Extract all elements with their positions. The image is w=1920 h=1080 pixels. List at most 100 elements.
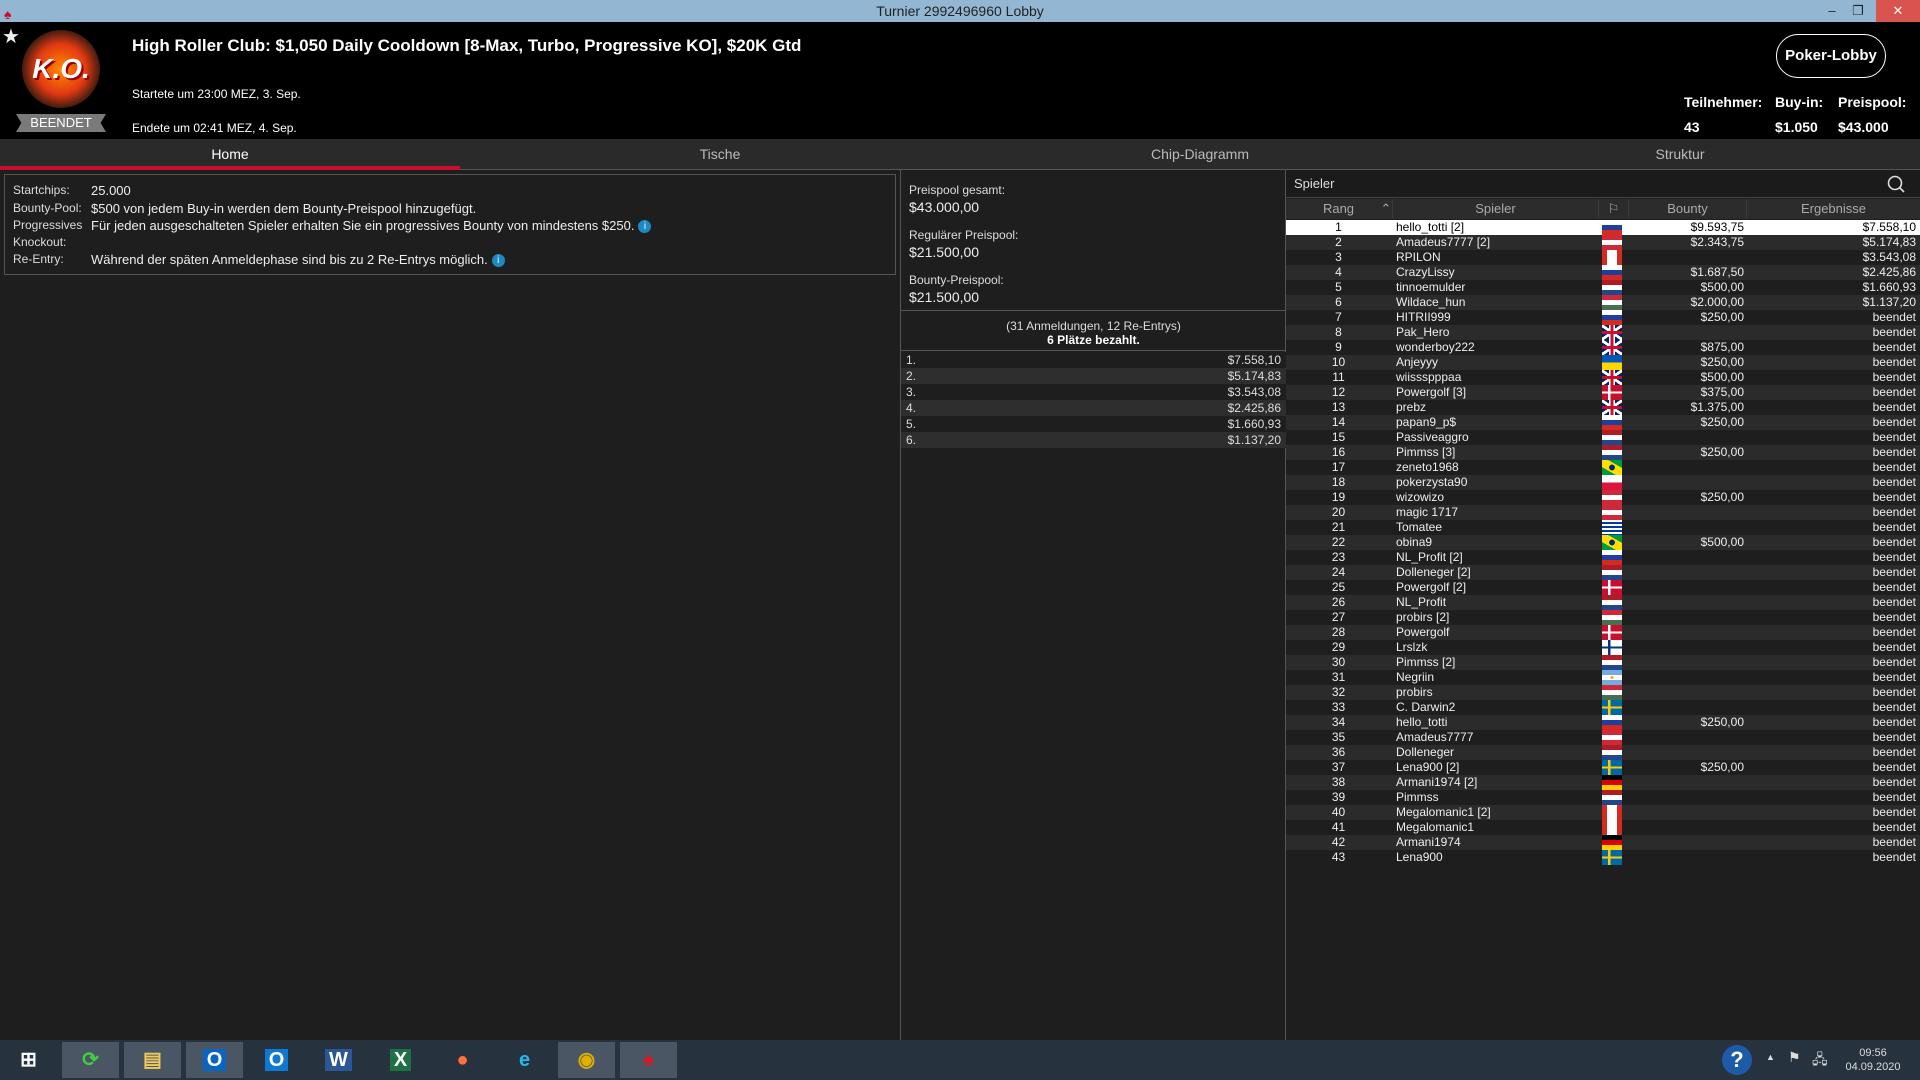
player-row[interactable]: 16 Pimmss [3] $250,00 beendet xyxy=(1286,445,1920,460)
action-center-flag-icon[interactable]: ⚑ xyxy=(1788,1049,1801,1066)
player-row[interactable]: 33 C. Darwin2 beendet xyxy=(1286,700,1920,715)
internet-explorer-icon[interactable]: e xyxy=(496,1042,553,1078)
player-row[interactable]: 25 Powergolf [2] beendet xyxy=(1286,580,1920,595)
excel-glyph: X xyxy=(389,1049,412,1071)
player-row[interactable]: 38 Armani1974 [2] beendet xyxy=(1286,775,1920,790)
player-row[interactable]: 37 Lena900 [2] $250,00 beendet xyxy=(1286,760,1920,775)
pokerstars-glyph: ♠ xyxy=(643,1049,654,1071)
flag-dk-icon xyxy=(1602,625,1622,640)
help-icon[interactable]: ? xyxy=(1722,1045,1752,1075)
firefox-icon[interactable]: ● xyxy=(434,1042,491,1078)
info-icon[interactable]: i xyxy=(491,254,505,268)
player-row[interactable]: 24 Dolleneger [2] beendet xyxy=(1286,565,1920,580)
player-name: wizowizo xyxy=(1396,490,1445,504)
player-result: $1.137,20 xyxy=(1862,295,1916,309)
tab-home[interactable]: Home xyxy=(0,139,460,170)
favorite-star-icon[interactable]: ★ xyxy=(2,24,20,49)
player-result: beendet xyxy=(1872,730,1916,744)
chrome-glyph: ◉ xyxy=(577,1049,596,1071)
player-row[interactable]: 41 Megalomanic1 beendet xyxy=(1286,820,1920,835)
player-row[interactable]: 11 wiissspppaa $500,00 beendet xyxy=(1286,370,1920,385)
search-icon[interactable] xyxy=(1886,174,1906,194)
player-bounty: $250,00 xyxy=(1700,310,1744,324)
player-row[interactable]: 15 Passiveaggro beendet xyxy=(1286,430,1920,445)
clock[interactable]: 09:56 04.09.2020 xyxy=(1838,1046,1908,1074)
player-search-bar[interactable]: Spieler xyxy=(1286,170,1920,198)
player-row[interactable]: 35 Amadeus7777 beendet xyxy=(1286,730,1920,745)
column-spieler[interactable]: Spieler xyxy=(1392,199,1598,219)
player-row[interactable]: 19 wizowizo $250,00 beendet xyxy=(1286,490,1920,505)
payout-place: 4. xyxy=(906,401,917,415)
file-explorer-icon[interactable]: ▤ xyxy=(124,1042,181,1078)
player-result: beendet xyxy=(1872,325,1916,339)
player-row[interactable]: 4 CrazyLissy $1.687,50 $2.425,86 xyxy=(1286,265,1920,280)
player-row[interactable]: 2 Amadeus7777 [2] $2.343,75 $5.174,83 xyxy=(1286,235,1920,250)
outlook-new-icon[interactable]: O xyxy=(248,1042,305,1078)
player-row[interactable]: 43 Lena900 beendet xyxy=(1286,850,1920,865)
player-name: magic 1717 xyxy=(1396,505,1459,519)
player-row[interactable]: 13 prebz $1.375,00 beendet xyxy=(1286,400,1920,415)
player-row[interactable]: 23 NL_Profit [2] beendet xyxy=(1286,550,1920,565)
player-row[interactable]: 8 Pak_Hero beendet xyxy=(1286,325,1920,340)
player-row[interactable]: 12 Powergolf [3] $375,00 beendet xyxy=(1286,385,1920,400)
close-button[interactable]: ✕ xyxy=(1876,0,1920,22)
player-row[interactable]: 28 Powergolf beendet xyxy=(1286,625,1920,640)
word-icon[interactable]: W xyxy=(310,1042,367,1078)
network-icon[interactable]: 🖧 xyxy=(1812,1049,1828,1073)
player-row[interactable]: 9 wonderboy222 $875,00 beendet xyxy=(1286,340,1920,355)
player-row[interactable]: 40 Megalomanic1 [2] beendet xyxy=(1286,805,1920,820)
player-rank: 36 xyxy=(1331,745,1346,759)
player-name: Pak_Hero xyxy=(1396,325,1450,339)
player-row[interactable]: 6 Wildace_hun $2.000,00 $1.137,20 xyxy=(1286,295,1920,310)
player-row[interactable]: 18 pokerzysta90 beendet xyxy=(1286,475,1920,490)
player-row[interactable]: 26 NL_Profit beendet xyxy=(1286,595,1920,610)
player-name: NL_Profit [2] xyxy=(1396,550,1463,564)
restore-button[interactable]: ❐ xyxy=(1838,0,1878,22)
excel-icon[interactable]: X xyxy=(372,1042,429,1078)
player-row[interactable]: 7 HITRII999 $250,00 beendet xyxy=(1286,310,1920,325)
chrome-icon[interactable]: ◉ xyxy=(558,1042,615,1078)
sync-app-icon[interactable]: ⟳ xyxy=(62,1042,119,1078)
player-row[interactable]: 30 Pimmss [2] beendet xyxy=(1286,655,1920,670)
player-result: beendet xyxy=(1872,685,1916,699)
windows-start-icon[interactable]: ⊞ xyxy=(0,1042,57,1078)
player-row[interactable]: 42 Armani1974 beendet xyxy=(1286,835,1920,850)
player-row[interactable]: 10 Anjeyyy $250,00 beendet xyxy=(1286,355,1920,370)
player-row[interactable]: 27 probirs [2] beendet xyxy=(1286,610,1920,625)
column-bounty[interactable]: Bounty xyxy=(1628,199,1746,219)
player-row[interactable]: 32 probirs beendet xyxy=(1286,685,1920,700)
player-row[interactable]: 20 magic 1717 beendet xyxy=(1286,505,1920,520)
player-row[interactable]: 29 Lrslzk beendet xyxy=(1286,640,1920,655)
player-row[interactable]: 1 hello_totti [2] $9.593,75 $7.558,10 xyxy=(1286,220,1920,235)
player-row[interactable]: 22 obina9 $500,00 beendet xyxy=(1286,535,1920,550)
payout-place: 2. xyxy=(906,369,917,383)
outlook-icon[interactable]: O xyxy=(186,1042,243,1078)
column-ergebnisse[interactable]: Ergebnisse xyxy=(1746,199,1920,219)
player-rank: 39 xyxy=(1331,790,1346,804)
player-row[interactable]: 14 papan9_p$ $250,00 beendet xyxy=(1286,415,1920,430)
tab-struktur[interactable]: Struktur xyxy=(1440,139,1920,170)
player-name: hello_totti xyxy=(1396,715,1448,729)
player-rank: 30 xyxy=(1331,655,1346,669)
player-row[interactable]: 21 Tomatee beendet xyxy=(1286,520,1920,535)
tab-tische[interactable]: Tische xyxy=(480,139,960,170)
player-row[interactable]: 34 hello_totti $250,00 beendet xyxy=(1286,715,1920,730)
player-row[interactable]: 36 Dolleneger beendet xyxy=(1286,745,1920,760)
info-icon[interactable]: i xyxy=(638,220,652,234)
tray-expand-icon[interactable]: ▲ xyxy=(1766,1052,1775,1062)
tab-chip-diagramm[interactable]: Chip-Diagramm xyxy=(960,139,1440,170)
pokerstars-icon[interactable]: ♠ xyxy=(620,1042,677,1078)
player-row[interactable]: 5 tinnoemulder $500,00 $1.660,93 xyxy=(1286,280,1920,295)
player-row[interactable]: 3 RPILON $3.543,08 xyxy=(1286,250,1920,265)
stat-label: Preispool: xyxy=(1838,94,1907,110)
poker-lobby-button[interactable]: Poker-Lobby xyxy=(1776,34,1886,78)
player-result: beendet xyxy=(1872,505,1916,519)
player-name: Armani1974 xyxy=(1396,835,1461,849)
player-row[interactable]: 39 Pimmss beendet xyxy=(1286,790,1920,805)
flag-dk-icon xyxy=(1602,385,1622,400)
player-row[interactable]: 31 Negriin beendet xyxy=(1286,670,1920,685)
internet-explorer-glyph: e xyxy=(518,1049,531,1071)
player-result: beendet xyxy=(1872,580,1916,594)
player-row[interactable]: 17 zeneto1968 beendet xyxy=(1286,460,1920,475)
country-flag-column-icon[interactable]: ⚐ xyxy=(1598,199,1628,219)
